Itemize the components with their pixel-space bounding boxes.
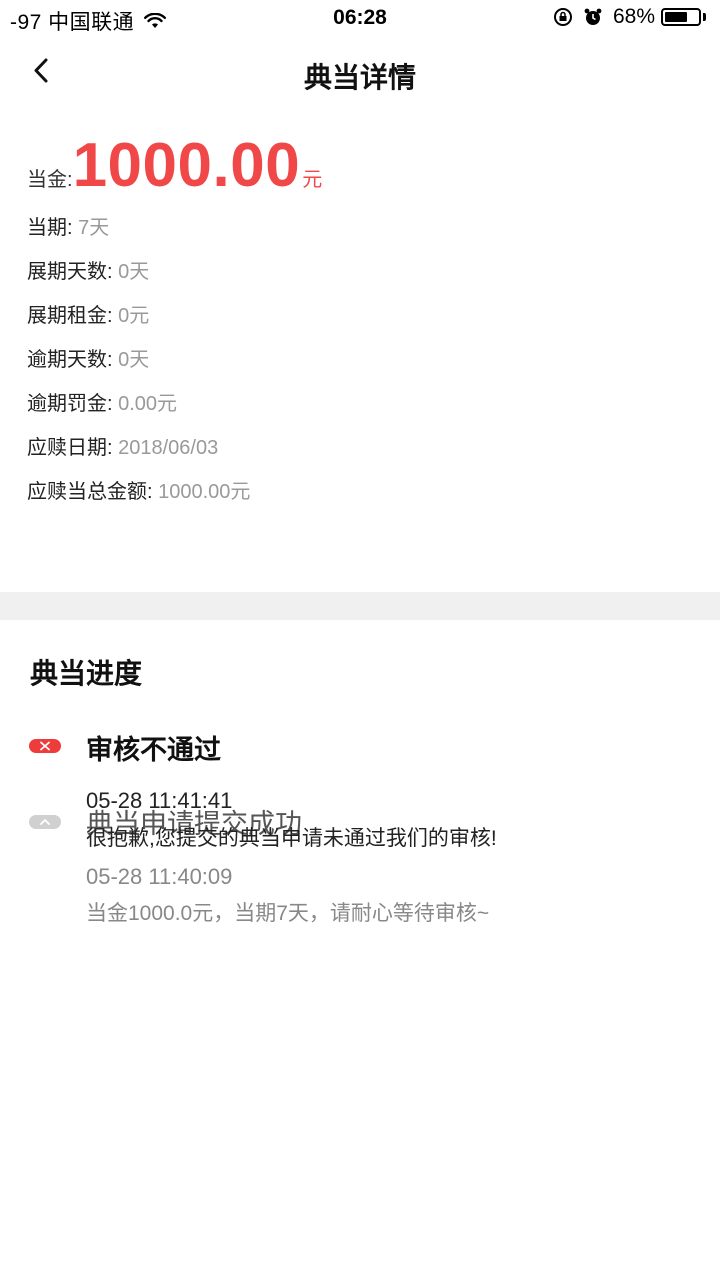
amount-row: 当金: 1000.00 元 <box>27 130 687 206</box>
detail-label: 展期天数: <box>27 261 113 283</box>
battery-icon <box>661 8 701 26</box>
step-time-rejected: 05-28 11:41:41 <box>86 788 233 813</box>
detail-value: 0.00元 <box>118 393 178 415</box>
detail-row-term: 当期: 7天 <box>27 206 687 250</box>
status-bar: -97 中国联通 06:28 68% <box>0 0 720 36</box>
close-icon <box>40 741 50 751</box>
nav-bar: 典当详情 <box>0 40 720 106</box>
step-time-submitted: 05-28 11:40:09 <box>86 864 233 889</box>
status-rejected-dot <box>29 739 61 753</box>
section-divider <box>0 592 720 620</box>
detail-value: 0天 <box>118 261 150 283</box>
rotation-lock-icon <box>553 8 572 26</box>
detail-label: 应赎日期: <box>27 437 113 459</box>
status-right: 68% <box>553 5 706 29</box>
step-desc-rejected: 很抱歉,您提交的典当申请未通过我们的审核! <box>86 827 497 850</box>
detail-label: 逾期罚金: <box>27 393 113 415</box>
step-title-rejected: 审核不通过 <box>86 735 221 765</box>
battery-percent: 68% <box>612 5 655 28</box>
battery-level <box>665 12 687 22</box>
detail-value: 7天 <box>78 217 110 239</box>
detail-label: 展期租金: <box>27 305 113 327</box>
detail-label: 逾期天数: <box>27 349 113 371</box>
page-title: 典当详情 <box>303 62 416 93</box>
pawn-details: 当金: 1000.00 元 当期: 7天 展期天数: 0天 展期租金: 0元 逾… <box>27 130 687 514</box>
amount-unit: 元 <box>302 169 323 191</box>
battery-cap <box>703 13 706 21</box>
progress-title: 典当进度 <box>30 658 143 689</box>
detail-row-overdue-fine: 逾期罚金: 0.00元 <box>27 382 687 426</box>
detail-value: 2018/06/03 <box>118 437 219 459</box>
detail-row-overdue-days: 逾期天数: 0天 <box>27 338 687 382</box>
status-submitted-dot <box>29 815 61 829</box>
detail-row-extension-days: 展期天数: 0天 <box>27 250 687 294</box>
detail-value: 0元 <box>118 305 150 327</box>
detail-label: 当期: <box>27 217 73 239</box>
detail-label: 应赎当总金额: <box>27 481 153 503</box>
detail-value: 0天 <box>118 349 150 371</box>
detail-row-redeem-date: 应赎日期: 2018/06/03 <box>27 426 687 470</box>
detail-row-redeem-total: 应赎当总金额: 1000.00元 <box>27 470 687 514</box>
alarm-icon <box>584 8 602 25</box>
amount-value: 1000.00 <box>72 131 301 200</box>
detail-value: 1000.00元 <box>158 481 251 503</box>
detail-row-extension-rent: 展期租金: 0元 <box>27 294 687 338</box>
chevron-up-icon <box>40 818 50 825</box>
step-desc-submitted: 当金1000.0元，当期7天，请耐心等待审核~ <box>86 902 490 925</box>
amount-label: 当金: <box>27 169 73 191</box>
